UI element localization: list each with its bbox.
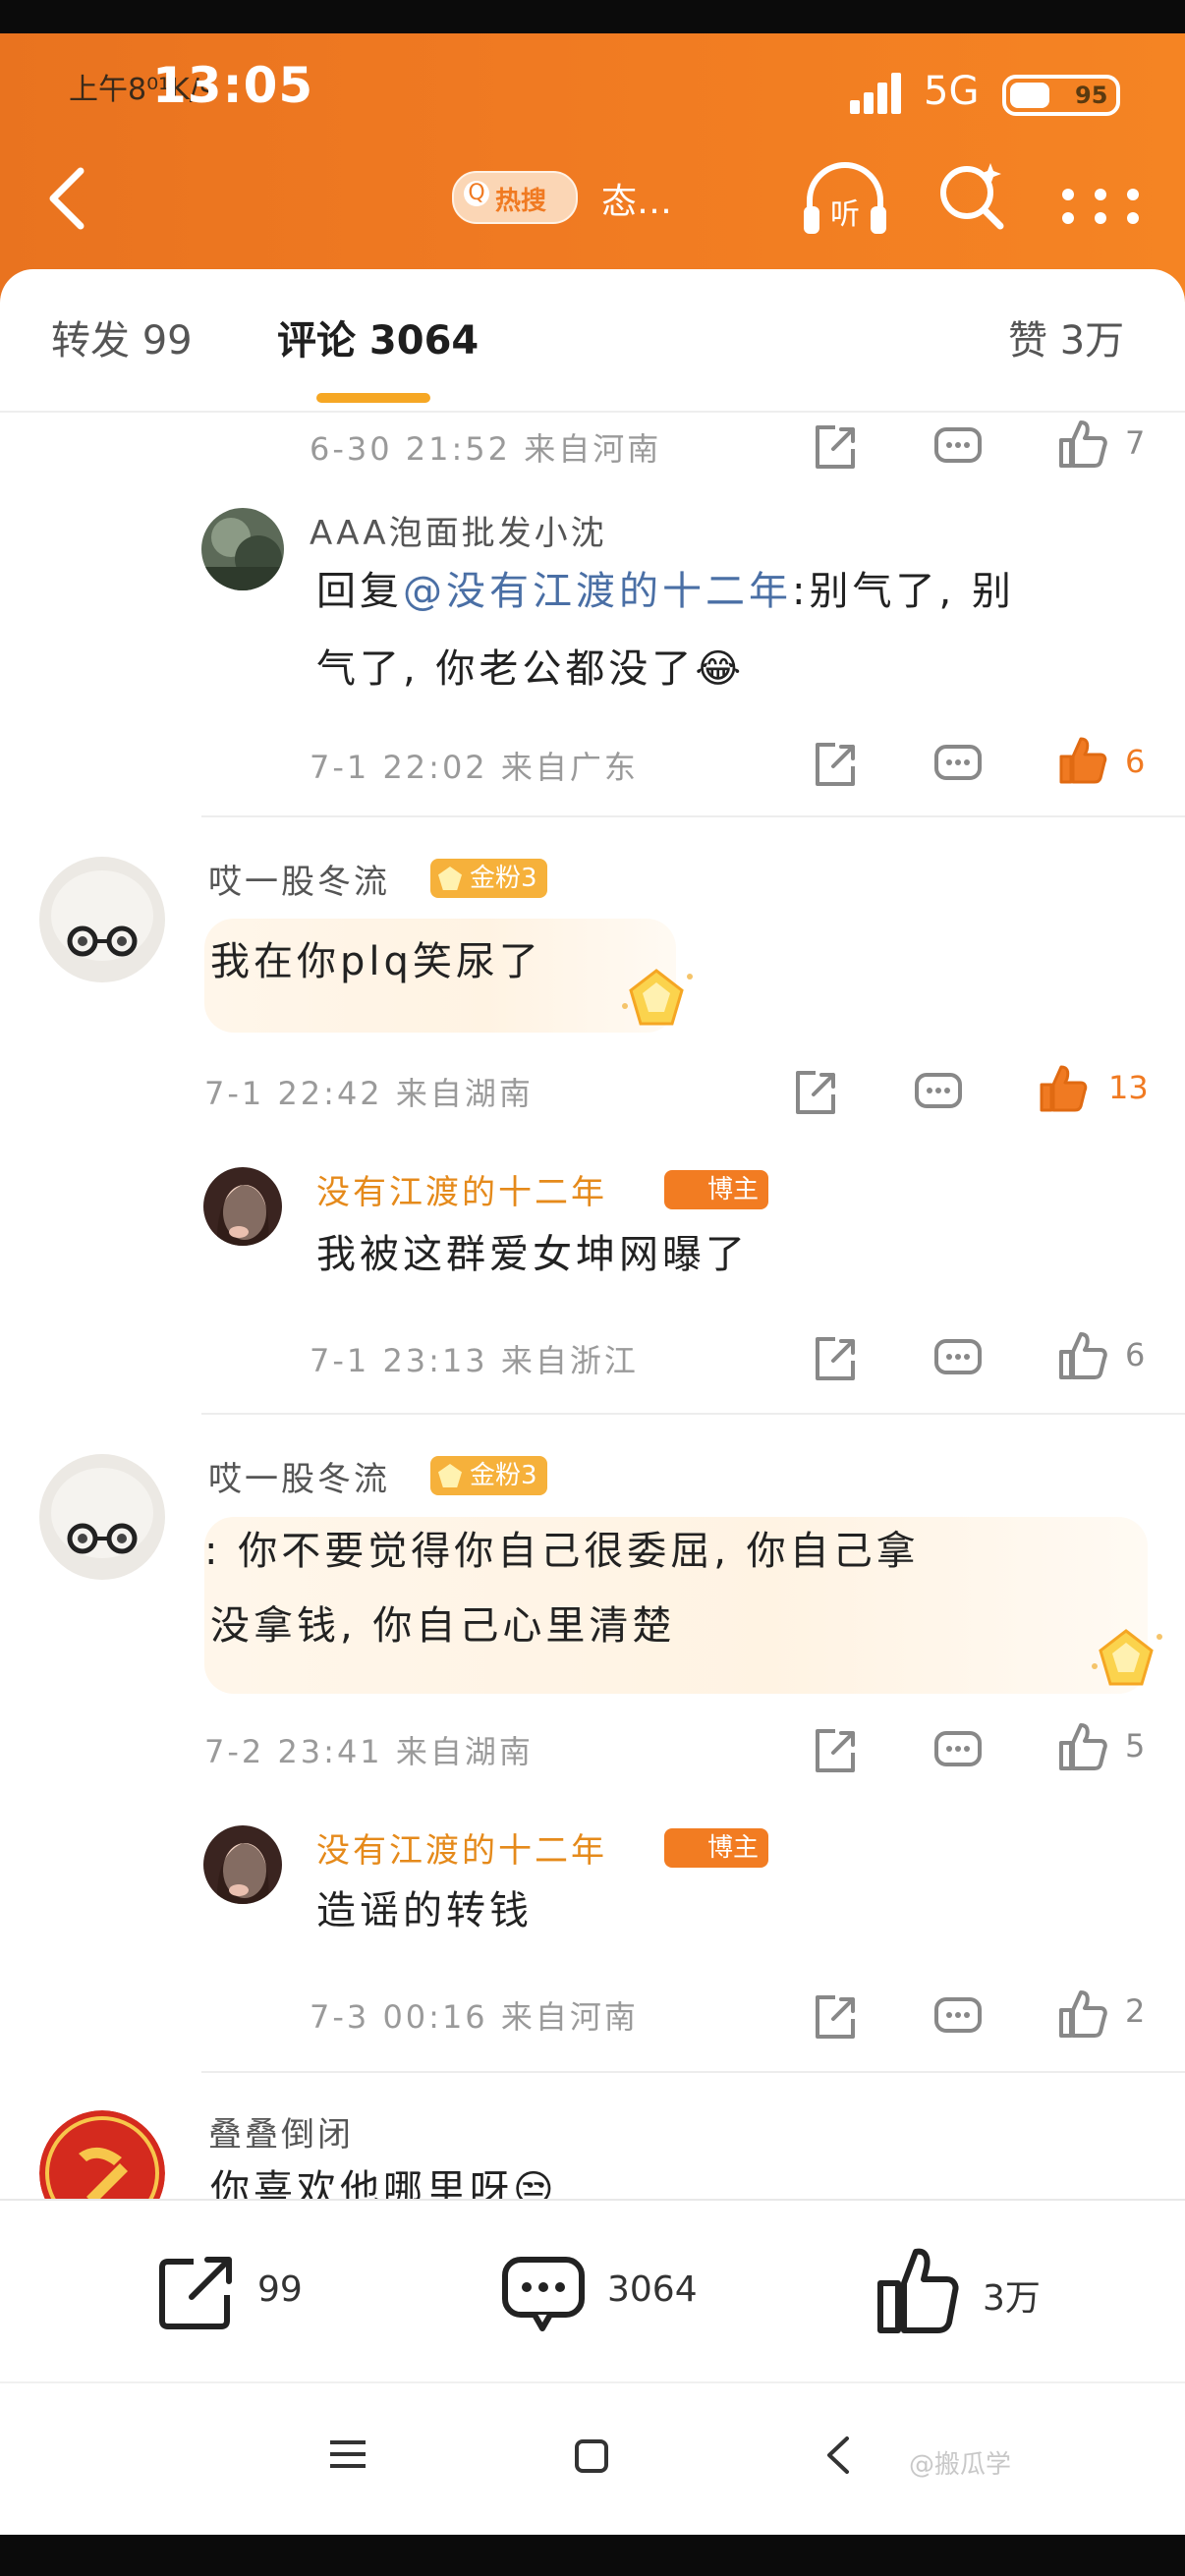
like-count: 2 [1125, 1992, 1146, 2030]
share-icon[interactable] [806, 735, 865, 794]
headphones-icon: 听 [804, 162, 886, 234]
blogger-badge: 博主 [664, 1828, 769, 1868]
username[interactable]: 哎一股冬流 [208, 855, 390, 903]
comment-text-line2: 没拿钱, 你自己心里清楚 [210, 1603, 676, 1649]
comment-icon[interactable] [929, 1988, 988, 2046]
share-icon[interactable] [806, 1329, 865, 1388]
comment-bubble-icon[interactable] [499, 2250, 588, 2338]
share-icon[interactable] [786, 1063, 845, 1122]
battery-icon: 95 [1002, 75, 1120, 116]
like-count: 5 [1125, 1727, 1146, 1764]
svg-text:听: 听 [830, 197, 860, 232]
comment-text-line1: : 你不要觉得你自己很委屈, 你自己拿 [204, 1529, 920, 1574]
share-icon[interactable] [806, 1988, 865, 2046]
avatar[interactable] [203, 1167, 282, 1246]
thumbs-up-icon[interactable] [875, 2244, 963, 2336]
search-sparkle-icon [940, 163, 1004, 230]
like-icon-active[interactable] [1034, 1059, 1093, 1118]
like-icon[interactable] [1053, 415, 1112, 474]
comment-icon[interactable] [909, 1063, 968, 1122]
comment-icon[interactable] [929, 1721, 988, 1780]
search-icon: Q [464, 181, 489, 206]
username[interactable]: 没有江渡的十二年 [316, 1823, 607, 1872]
like-count: 13 [1108, 1069, 1149, 1106]
comment-text: 我被这群爱女坤网曝了 [316, 1232, 749, 1277]
comment-divider [201, 1413, 1185, 1415]
comment-meta: 7-3 00:16 来自河南 [310, 1998, 639, 2036]
mention-link[interactable]: @没有江渡的十二年 [403, 569, 792, 614]
comment-text: 我在你plq笑尿了 [210, 939, 542, 984]
share-icon[interactable] [806, 1721, 865, 1780]
username[interactable]: 没有江渡的十二年 [316, 1165, 607, 1213]
tab-likes[interactable]: 赞 3万 [1008, 308, 1124, 365]
comment-meta: 7-1 22:02 来自广东 [310, 749, 639, 786]
comment-meta: 7-1 22:42 来自湖南 [204, 1075, 534, 1112]
comment-divider [201, 815, 1185, 817]
username[interactable]: AAA泡面批发小沈 [310, 506, 607, 554]
comment-icon[interactable] [929, 418, 988, 476]
bottom-black-bar [0, 2535, 1185, 2576]
comment-meta: 6-30 21:52 来自河南 [310, 430, 662, 468]
comment-divider [201, 2071, 1185, 2073]
home-icon[interactable] [574, 2438, 609, 2474]
comment-text: 回复@没有江渡的十二年:别气了, 别 [316, 569, 1015, 614]
comment-text-line2: 气了, 你老公都没了😂 [316, 646, 746, 692]
system-back-icon[interactable] [823, 2435, 853, 2476]
like-icon[interactable] [1053, 1985, 1112, 2044]
comment-list[interactable]: 6-30 21:52 来自河南 7 AAA泡面批发小沈 回复@没有江渡的十二年:… [0, 413, 1185, 2201]
like-count: 6 [1125, 743, 1146, 780]
comment-text: 造谣的转钱 [316, 1888, 533, 1933]
like-total: 3万 [983, 2278, 1041, 2319]
back-button[interactable] [39, 159, 98, 238]
comment-meta: 7-1 23:13 来自浙江 [310, 1342, 639, 1379]
signal-icon [850, 71, 909, 114]
comment-icon[interactable] [929, 1329, 988, 1388]
avatar[interactable] [39, 1454, 165, 1580]
chevron-left-icon [49, 167, 85, 230]
avatar[interactable] [39, 2110, 165, 2201]
fan-badge: 金粉3 [430, 1456, 547, 1495]
like-count: 7 [1125, 424, 1146, 462]
avatar[interactable] [39, 857, 165, 982]
hot-search-entry[interactable]: Q 热搜 态… [452, 167, 698, 226]
network-label: 5G [924, 69, 980, 114]
hot-search-tag: Q 热搜 [452, 171, 578, 224]
like-icon[interactable] [1053, 1717, 1112, 1776]
like-icon[interactable] [1053, 1326, 1112, 1385]
comment-count: 3064 [607, 2269, 698, 2310]
battery-percent: 95 [1075, 82, 1108, 109]
more-button[interactable] [1056, 187, 1145, 226]
medal-icon [1092, 1629, 1162, 1686]
active-tab-indicator [316, 393, 430, 403]
repost-icon[interactable] [152, 2248, 241, 2336]
repost-count: 99 [257, 2269, 303, 2310]
avatar[interactable] [203, 1825, 282, 1904]
hot-search-text: 态… [601, 182, 673, 222]
tab-comments[interactable]: 评论 3064 [277, 308, 479, 365]
top-black-bar [0, 0, 1185, 33]
status-time: 13:05 [152, 57, 314, 114]
menu-icon[interactable] [328, 2436, 367, 2472]
like-count: 6 [1125, 1336, 1146, 1373]
username[interactable]: 哎一股冬流 [208, 1452, 390, 1500]
blogger-badge: 博主 [664, 1170, 769, 1209]
share-icon[interactable] [806, 418, 865, 476]
username[interactable]: 叠叠倒闭 [208, 2107, 354, 2156]
like-icon-active[interactable] [1053, 731, 1112, 790]
more-dots-icon [1062, 189, 1139, 224]
tab-repost[interactable]: 转发 99 [51, 308, 193, 365]
comment-meta: 7-2 23:41 来自湖南 [204, 1733, 534, 1770]
fan-badge: 金粉3 [430, 859, 547, 898]
watermark: @搬瓜学 [909, 2450, 1012, 2480]
search-button[interactable] [933, 157, 1012, 236]
comment-text: 你喜欢他哪里呀😒 [210, 2167, 558, 2201]
medal-icon [622, 969, 693, 1026]
listen-button[interactable]: 听 [798, 155, 892, 240]
comment-icon[interactable] [929, 735, 988, 794]
avatar[interactable] [201, 508, 284, 590]
